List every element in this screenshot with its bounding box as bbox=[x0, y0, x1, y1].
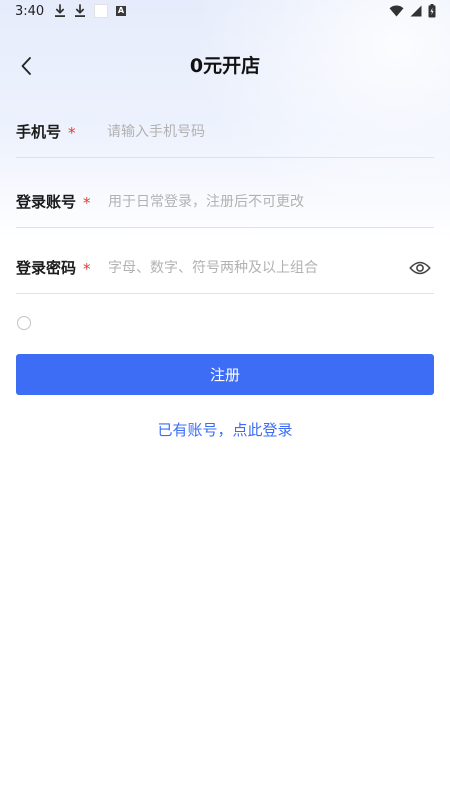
status-icons-right bbox=[389, 4, 436, 18]
a-badge-icon: A bbox=[116, 6, 126, 16]
register-button[interactable]: 注册 bbox=[16, 354, 434, 395]
account-label: 登录账号 bbox=[16, 193, 77, 211]
phone-row: 手机号 * bbox=[16, 106, 434, 158]
account-input[interactable] bbox=[108, 190, 428, 214]
account-required-mark: * bbox=[83, 194, 91, 212]
app-header: 0元开店 bbox=[0, 44, 450, 88]
status-icons-left: A bbox=[54, 4, 126, 18]
battery-icon bbox=[428, 4, 436, 18]
status-time: 3:40 bbox=[15, 4, 45, 19]
agreement-radio[interactable] bbox=[17, 316, 31, 330]
password-visibility-toggle[interactable] bbox=[408, 256, 432, 280]
wifi-icon bbox=[389, 5, 404, 17]
password-input[interactable] bbox=[108, 256, 398, 280]
notification-square-icon bbox=[94, 4, 108, 18]
status-bar: 3:40 A bbox=[0, 0, 450, 26]
phone-label: 手机号 bbox=[16, 123, 62, 141]
download-icon bbox=[75, 4, 85, 17]
password-required-mark: * bbox=[83, 260, 91, 278]
page-title: 0元开店 bbox=[189, 55, 261, 77]
eye-icon bbox=[409, 261, 431, 275]
signal-icon bbox=[410, 5, 422, 17]
phone-required-mark: * bbox=[68, 124, 76, 142]
phone-input[interactable] bbox=[107, 120, 427, 144]
password-label: 登录密码 bbox=[16, 259, 77, 277]
password-row: 登录密码 * bbox=[16, 242, 434, 294]
download-icon bbox=[55, 4, 65, 17]
login-link[interactable]: 已有账号，点此登录 bbox=[0, 418, 450, 442]
account-row: 登录账号 * bbox=[16, 176, 434, 228]
